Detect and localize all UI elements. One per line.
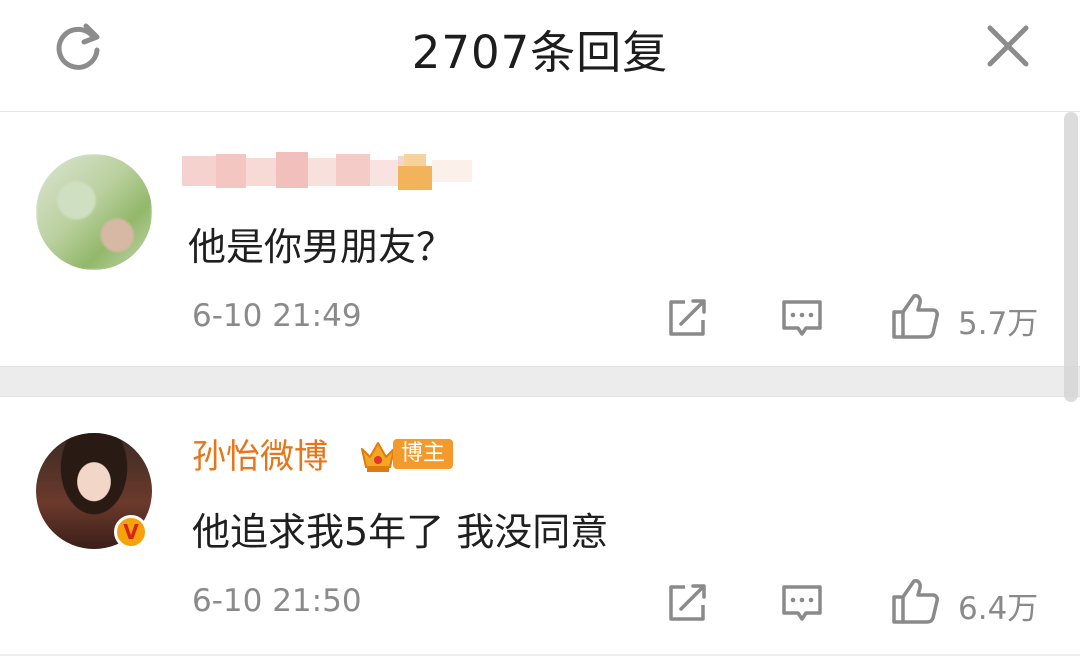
like-icon[interactable] xyxy=(890,292,940,340)
like-icon[interactable] xyxy=(890,577,940,625)
share-icon[interactable] xyxy=(665,296,709,340)
page-title: 2707条回复 xyxy=(411,26,669,79)
reply-header: 2707条回复 xyxy=(0,0,1080,113)
blurred-username[interactable] xyxy=(182,146,562,196)
close-icon[interactable] xyxy=(984,20,1032,72)
reply-icon[interactable] xyxy=(780,296,824,340)
comment-item: V 孙怡微博 博主 他追求我5年了 我没同意 6-10 21:50 6.4万 xyxy=(0,397,1080,661)
comment-time: 6-10 21:50 xyxy=(192,583,362,619)
blurred-avatar-image xyxy=(36,154,152,270)
blogger-tag: 博主 xyxy=(393,439,454,469)
crown-icon xyxy=(361,442,395,472)
comment-text: 他是你男朋友？ xyxy=(188,225,455,269)
section-divider xyxy=(0,366,1080,397)
bottom-divider xyxy=(0,654,1080,656)
avatar[interactable] xyxy=(36,154,152,270)
comment-item: 他是你男朋友？ 6-10 21:49 5.7万 xyxy=(0,112,1080,366)
share-icon[interactable] xyxy=(665,581,709,625)
like-count: 5.7万 xyxy=(958,306,1039,342)
comment-text: 他追求我5年了 我没同意 xyxy=(192,510,609,554)
like-count: 6.4万 xyxy=(958,591,1039,627)
verified-badge: V xyxy=(114,515,148,549)
comment-time: 6-10 21:49 xyxy=(192,298,362,334)
reply-icon[interactable] xyxy=(780,581,824,625)
scrollbar[interactable] xyxy=(1064,112,1078,402)
username[interactable]: 孙怡微博 xyxy=(192,429,328,478)
